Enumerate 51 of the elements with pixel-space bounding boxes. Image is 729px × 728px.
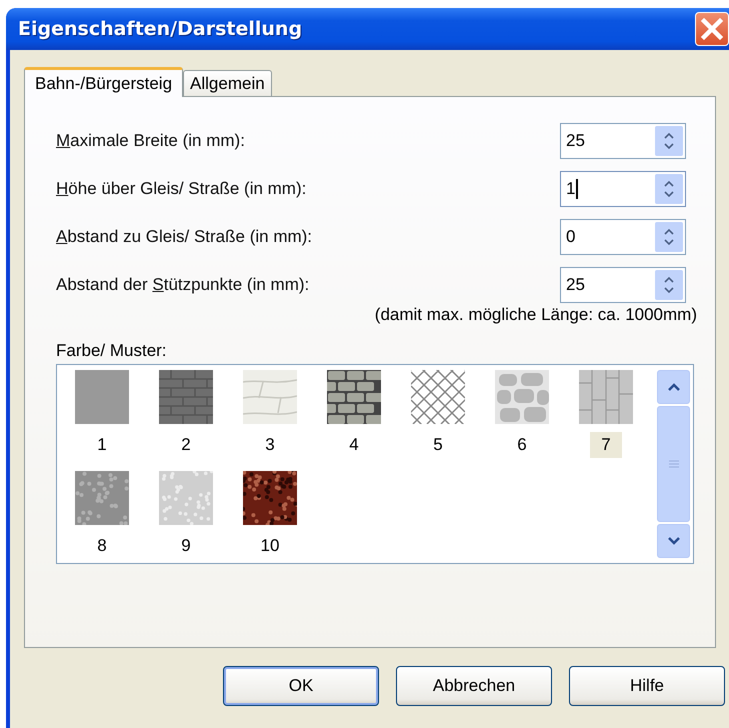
pattern-swatch[interactable] xyxy=(75,471,129,525)
scroll-up-button[interactable] xyxy=(657,370,690,404)
pattern-number: 5 xyxy=(432,434,444,456)
field-label: Abstand der Stützpunkte (in mm): xyxy=(56,275,310,295)
dialog-button[interactable]: Hilfe xyxy=(569,666,725,706)
field-label: Maximale Breite (in mm): xyxy=(56,131,245,151)
field-label: Höhe über Gleis/ Straße (in mm): xyxy=(56,179,306,199)
pattern-number: 3 xyxy=(264,434,276,456)
pattern-number: 10 xyxy=(260,535,280,557)
number-spinner[interactable]: 1 xyxy=(560,171,686,207)
pattern-swatch[interactable] xyxy=(243,370,297,424)
pattern-swatch[interactable] xyxy=(579,370,633,424)
scroll-down-button[interactable] xyxy=(657,524,690,558)
field-value: 1 xyxy=(566,179,576,199)
pattern-swatch[interactable] xyxy=(159,370,213,424)
pattern-number: 1 xyxy=(96,434,108,456)
field-label: Abstand zu Gleis/ Straße (in mm): xyxy=(56,227,312,247)
pattern-swatch[interactable] xyxy=(243,471,297,525)
field-value: 0 xyxy=(566,227,576,247)
pattern-number: 4 xyxy=(348,434,360,456)
pattern-label: Farbe/ Muster: xyxy=(56,341,168,361)
spin-arrows-icon[interactable] xyxy=(655,222,683,252)
length-note: (damit max. mögliche Länge: ca. 1000mm) xyxy=(374,305,698,325)
pattern-swatch[interactable] xyxy=(327,370,381,424)
spin-arrows-icon[interactable] xyxy=(655,126,683,156)
dialog-button[interactable]: Abbrechen xyxy=(396,666,552,706)
window-title: Eigenschaften/Darstellung xyxy=(18,18,304,40)
tab[interactable]: Allgemein xyxy=(183,70,272,96)
dialog-button[interactable]: OK xyxy=(223,666,379,706)
pattern-number: 2 xyxy=(180,434,192,456)
field-value: 25 xyxy=(566,131,585,151)
spin-arrows-icon[interactable] xyxy=(655,174,683,204)
close-button[interactable] xyxy=(695,12,729,46)
pattern-swatch[interactable] xyxy=(495,370,549,424)
number-spinner[interactable]: 25 xyxy=(560,267,686,303)
scrollbar-thumb[interactable] xyxy=(657,406,690,522)
number-spinner[interactable]: 25 xyxy=(560,123,686,159)
pattern-swatch[interactable] xyxy=(75,370,129,424)
field-value: 25 xyxy=(566,275,585,295)
pattern-number: 6 xyxy=(516,434,528,456)
spin-arrows-icon[interactable] xyxy=(655,270,683,300)
pattern-number: 7 xyxy=(590,432,622,458)
pattern-number: 8 xyxy=(96,535,108,557)
pattern-number: 9 xyxy=(180,535,192,557)
pattern-swatch[interactable] xyxy=(159,471,213,525)
close-icon xyxy=(699,16,725,42)
tab[interactable]: Bahn-/Bürgersteig xyxy=(24,67,184,97)
number-spinner[interactable]: 0 xyxy=(560,219,686,255)
pattern-swatch[interactable] xyxy=(411,370,465,424)
text-caret xyxy=(576,179,578,199)
scrollbar[interactable] xyxy=(657,370,690,558)
